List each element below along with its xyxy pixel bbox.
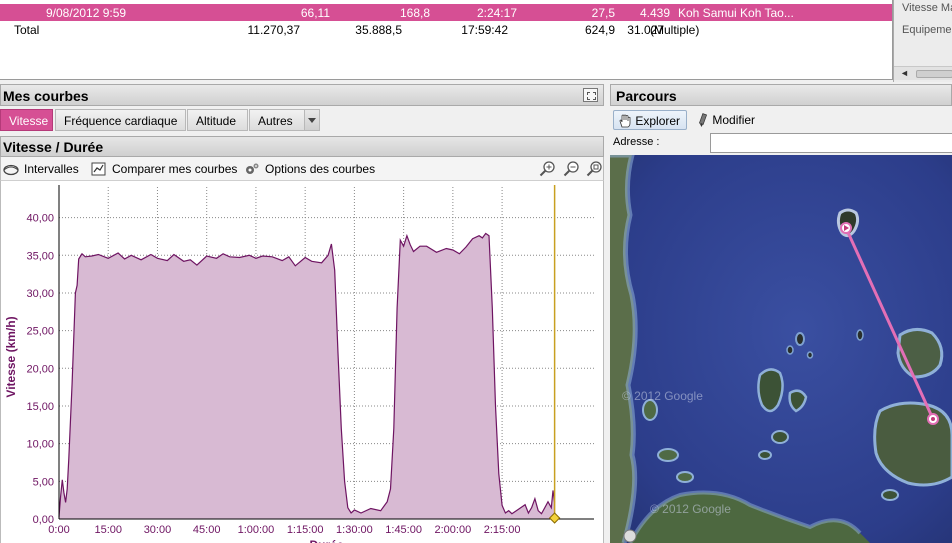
distance-cell: 11.270,37 [247, 23, 301, 37]
place-cell: Koh Samui Koh Tao... [678, 6, 794, 20]
y-tick-label: 10,00 [26, 439, 54, 451]
tab-altitude[interactable]: Altitude [187, 109, 248, 131]
value-cell: 35.888,5 [355, 23, 402, 37]
options-label: Options des courbes [265, 161, 376, 176]
comparer-button[interactable]: Comparer mes courbes [91, 161, 237, 177]
modifier-label: Modifier [712, 112, 756, 127]
chart-toolbar: Intervalles Comparer mes courbes Options… [0, 157, 604, 181]
total-label: Total [14, 23, 40, 37]
route-map[interactable]: © 2012 Google © 2012 Google [610, 155, 952, 543]
duration-cell: 2:24:17 [476, 6, 517, 20]
details-panel: Vitesse Ma Equipemen ◄ [893, 0, 952, 82]
stopwatch-icon [3, 164, 19, 175]
x-tick-label: 1:30:00 [336, 524, 373, 536]
x-tick-label: 30:00 [144, 524, 172, 536]
map-pan-control-icon[interactable] [623, 529, 637, 543]
horizontal-scrollbar[interactable]: ◄ [894, 66, 952, 80]
x-tick-label: 0:00 [48, 524, 69, 536]
place-cell: (Multiple) [650, 23, 700, 37]
gears-icon [246, 163, 259, 174]
duration-cell: 17:59:42 [461, 23, 508, 37]
x-tick-label: 2:15:00 [484, 524, 521, 536]
speed-cell: 27,5 [591, 6, 615, 20]
y-tick-label: 30,00 [26, 288, 54, 300]
map-toolbar: Explorer Modifier [610, 107, 952, 132]
speed-cell: 624,9 [584, 23, 615, 37]
options-button[interactable]: Options des courbes [244, 161, 375, 177]
tab-vitesse[interactable]: Vitesse [0, 109, 53, 131]
modifier-button[interactable]: Modifier [693, 110, 761, 130]
curve-tabs: Vitesse Fréquence cardiaque Altitude Aut… [0, 108, 604, 132]
speed-chart-svg[interactable]: 0,005,0010,0015,0020,0025,0030,0035,0040… [1, 181, 603, 543]
x-tick-label: 2:00:00 [435, 524, 472, 536]
address-row: Adresse : [610, 132, 952, 154]
compare-chart-icon [91, 162, 106, 176]
address-input[interactable] [710, 133, 952, 153]
distance-cell: 66,11 [300, 6, 330, 20]
equipment-label: Equipemen [902, 24, 952, 36]
explorer-button[interactable]: Explorer [613, 110, 687, 130]
satellite-map[interactable]: © 2012 Google © 2012 Google [610, 155, 952, 543]
mes-courbes-title: Mes courbes [3, 88, 89, 104]
address-label: Adresse : [613, 136, 660, 148]
value-cell: 168,8 [399, 6, 430, 20]
x-tick-label: 45:00 [193, 524, 221, 536]
y-tick-label: 25,00 [26, 326, 54, 338]
x-axis-label: Durée [309, 538, 343, 543]
x-tick-label: 1:00:00 [238, 524, 275, 536]
hand-icon [619, 114, 631, 128]
date-cell: 9/08/2012 9:59 [46, 6, 127, 20]
zoom-in-icon[interactable] [539, 161, 556, 177]
activities-table: 9/08/2012 9:59 66,11 168,8 2:24:17 27,5 … [0, 0, 893, 80]
y-axis-label: Vitesse (km/h) [4, 316, 18, 397]
mes-courbes-header: Mes courbes [0, 84, 604, 106]
max-speed-label: Vitesse Ma [902, 2, 952, 14]
pencil-icon [698, 112, 708, 127]
intervalles-button[interactable]: Intervalles [3, 161, 79, 177]
maximize-icon[interactable] [583, 88, 598, 102]
parcours-header: Parcours [610, 84, 952, 106]
y-tick-label: 35,00 [26, 250, 54, 262]
comparer-label: Comparer mes courbes [112, 161, 238, 176]
table-row-total[interactable]: Total 11.270,37 35.888,5 17:59:42 624,9 … [0, 21, 892, 38]
chart-title: Vitesse / Durée [3, 139, 104, 155]
zoom-reset-icon[interactable] [586, 161, 603, 177]
scrollbar-thumb[interactable] [916, 70, 952, 78]
y-tick-label: 15,00 [26, 401, 54, 413]
zoom-out-icon[interactable] [563, 161, 580, 177]
tab-autres[interactable]: Autres [249, 109, 305, 131]
x-tick-label: 1:45:00 [385, 524, 422, 536]
intervalles-label: Intervalles [24, 161, 79, 176]
chart-header: Vitesse / Durée [0, 136, 604, 157]
map-watermark: © 2012 Google [622, 389, 703, 403]
y-tick-label: 5,00 [33, 476, 54, 488]
tab-frequence-cardiaque[interactable]: Fréquence cardiaque [55, 109, 186, 131]
scroll-left-icon[interactable]: ◄ [900, 68, 909, 78]
y-tick-label: 40,00 [26, 213, 54, 225]
speed-chart[interactable]: 0,00 5,00 10,00 15,00 20,00 25,00 30,00 35,00 40… [0, 181, 604, 543]
calories-cell: 4.439 [639, 6, 670, 20]
y-tick-label: 20,00 [26, 363, 54, 375]
speed-area [59, 233, 555, 519]
map-watermark: © 2012 Google [650, 502, 731, 516]
tabs-dropdown-icon[interactable] [304, 109, 320, 131]
table-row-selected[interactable]: 9/08/2012 9:59 66,11 168,8 2:24:17 27,5 … [0, 4, 892, 21]
explorer-label: Explorer [635, 113, 681, 128]
parcours-title: Parcours [616, 88, 677, 104]
x-tick-label: 1:15:00 [287, 524, 324, 536]
x-tick-label: 15:00 [94, 524, 122, 536]
